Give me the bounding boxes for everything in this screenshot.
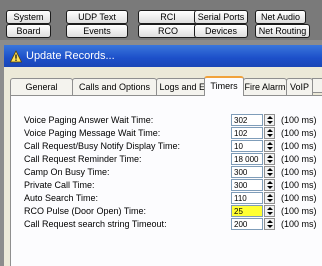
spin-down-icon[interactable] bbox=[266, 198, 274, 203]
spin-down-icon[interactable] bbox=[266, 185, 274, 190]
system-button[interactable]: System bbox=[6, 10, 51, 24]
timer-label: Private Call Time: bbox=[24, 180, 95, 190]
timer-row: Voice Paging Message Wait Time: (100 ms) bbox=[11, 127, 322, 139]
timer-label: Auto Search Time: bbox=[24, 193, 99, 203]
timer-unit: (100 ms) bbox=[281, 219, 317, 229]
net-routing-button[interactable]: Net Routing bbox=[255, 24, 310, 38]
spinner[interactable] bbox=[264, 166, 275, 178]
timer-value-field[interactable] bbox=[231, 192, 263, 204]
timer-unit: (100 ms) bbox=[281, 141, 317, 151]
rci-button[interactable]: RCI bbox=[138, 10, 198, 24]
timer-unit: (100 ms) bbox=[281, 128, 317, 138]
timer-unit: (100 ms) bbox=[281, 206, 317, 216]
timer-label: Voice Paging Message Wait Time: bbox=[24, 128, 161, 138]
timers-panel: Voice Paging Answer Wait Time: (100 ms) … bbox=[10, 95, 322, 266]
timer-row: Call Request search string Timeout: (100… bbox=[11, 218, 322, 230]
timer-row: Voice Paging Answer Wait Time: (100 ms) bbox=[11, 114, 322, 126]
timer-row: Private Call Time: (100 ms) bbox=[11, 179, 322, 191]
timer-row: Call Request Reminder Time: (100 ms) bbox=[11, 153, 322, 165]
spinner[interactable] bbox=[264, 218, 275, 230]
tab-fire-alarm[interactable]: Fire Alarm bbox=[243, 78, 287, 95]
dialog-title-bar[interactable]: Update Records... bbox=[4, 45, 322, 67]
spin-down-icon[interactable] bbox=[266, 211, 274, 216]
events-button[interactable]: Events bbox=[66, 24, 128, 38]
devices-button[interactable]: Devices bbox=[194, 24, 248, 38]
timer-unit: (100 ms) bbox=[281, 180, 317, 190]
timer-value-field[interactable] bbox=[231, 218, 263, 230]
timer-label: Call Request/Busy Notify Display Time: bbox=[24, 141, 181, 151]
serial-ports-button[interactable]: Serial Ports bbox=[194, 10, 248, 24]
spinner[interactable] bbox=[264, 192, 275, 204]
spin-down-icon[interactable] bbox=[266, 159, 274, 164]
timer-value-field[interactable] bbox=[231, 166, 263, 178]
timer-unit: (100 ms) bbox=[281, 193, 317, 203]
tab-general[interactable]: General bbox=[10, 78, 73, 95]
warning-icon bbox=[9, 49, 23, 63]
spin-down-icon[interactable] bbox=[266, 133, 274, 138]
timer-value-field[interactable] bbox=[231, 153, 263, 165]
timer-row: Camp On Busy Time: (100 ms) bbox=[11, 166, 322, 178]
timer-value-field[interactable] bbox=[231, 140, 263, 152]
spin-down-icon[interactable] bbox=[266, 224, 274, 229]
timer-label: Camp On Busy Time: bbox=[24, 167, 110, 177]
timer-label: RCO Pulse (Door Open) Time: bbox=[24, 206, 147, 216]
timer-row: RCO Pulse (Door Open) Time: (100 ms) bbox=[11, 205, 322, 217]
timer-value-field[interactable] bbox=[231, 114, 263, 126]
spin-down-icon[interactable] bbox=[266, 172, 274, 177]
tab-voip[interactable]: VoIP bbox=[286, 78, 313, 95]
spinner[interactable] bbox=[264, 140, 275, 152]
top-toolbar: System UDP Text RCI Serial Ports Net Aud… bbox=[0, 0, 322, 40]
board-button[interactable]: Board bbox=[6, 24, 51, 38]
spinner[interactable] bbox=[264, 205, 275, 217]
timer-label: Call Request search string Timeout: bbox=[24, 219, 167, 229]
spinner[interactable] bbox=[264, 179, 275, 191]
timer-label: Voice Paging Answer Wait Time: bbox=[24, 115, 154, 125]
dialog-title: Update Records... bbox=[26, 50, 115, 62]
timer-unit: (100 ms) bbox=[281, 154, 317, 164]
spinner[interactable] bbox=[264, 127, 275, 139]
timer-row: Call Request/Busy Notify Display Time: (… bbox=[11, 140, 322, 152]
tab-timers[interactable]: Timers bbox=[204, 76, 244, 96]
spin-down-icon[interactable] bbox=[266, 120, 274, 125]
tab-scroll-button[interactable] bbox=[312, 78, 322, 93]
net-audio-button[interactable]: Net Audio bbox=[255, 10, 306, 24]
update-records-dialog: Update Records... General Calls and Opti… bbox=[4, 45, 322, 266]
spinner[interactable] bbox=[264, 153, 275, 165]
timer-label: Call Request Reminder Time: bbox=[24, 154, 142, 164]
rco-pulse-time-field[interactable] bbox=[231, 205, 263, 217]
timer-unit: (100 ms) bbox=[281, 167, 317, 177]
udp-text-button[interactable]: UDP Text bbox=[66, 10, 128, 24]
spinner[interactable] bbox=[264, 114, 275, 126]
rco-button[interactable]: RCO bbox=[138, 24, 198, 38]
timer-value-field[interactable] bbox=[231, 127, 263, 139]
tab-calls-and-options[interactable]: Calls and Options bbox=[72, 78, 157, 95]
timer-value-field[interactable] bbox=[231, 179, 263, 191]
timer-unit: (100 ms) bbox=[281, 115, 317, 125]
timer-row: Auto Search Time: (100 ms) bbox=[11, 192, 322, 204]
spin-down-icon[interactable] bbox=[266, 146, 274, 151]
